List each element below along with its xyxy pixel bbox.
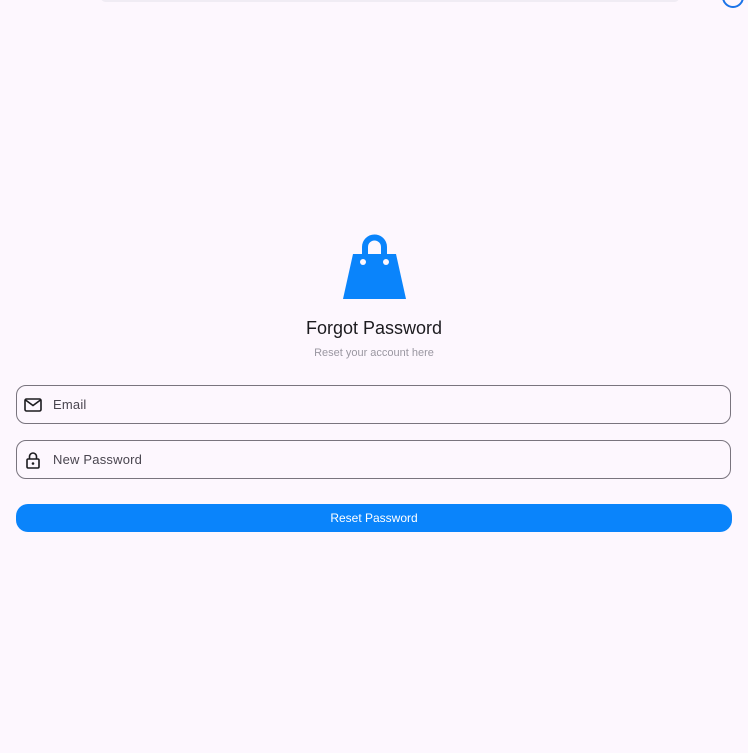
email-field[interactable]: [16, 385, 731, 424]
shopping-bag-icon: [342, 234, 407, 300]
reset-password-button[interactable]: Reset Password: [16, 504, 732, 532]
email-input[interactable]: [53, 397, 730, 412]
lock-icon: [24, 451, 42, 469]
top-bar-remnant: [100, 0, 680, 2]
new-password-input[interactable]: [53, 452, 730, 467]
page-subtitle: Reset your account here: [314, 347, 434, 359]
new-password-field[interactable]: [16, 440, 731, 479]
mail-icon: [24, 396, 42, 414]
page-title: Forgot Password: [305, 318, 443, 338]
profile-icon[interactable]: [722, 0, 744, 8]
